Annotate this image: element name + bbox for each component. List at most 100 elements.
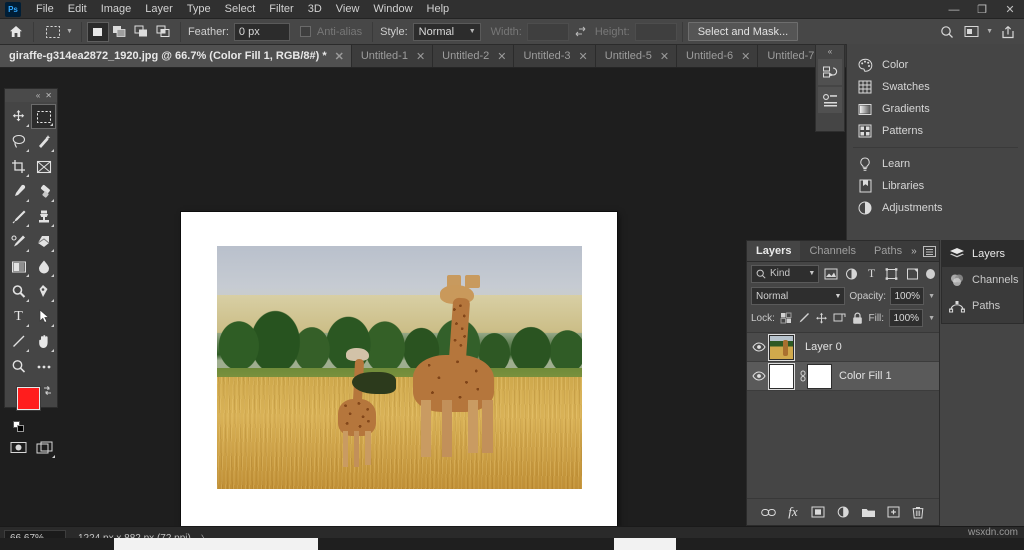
- layer-visibility-icon[interactable]: [749, 371, 769, 381]
- lock-position-icon[interactable]: [815, 312, 828, 325]
- subtract-from-selection-button[interactable]: [131, 22, 153, 42]
- menu-file[interactable]: File: [29, 0, 61, 19]
- clone-stamp-tool[interactable]: [31, 204, 56, 229]
- spot-healing-brush-tool[interactable]: [31, 179, 56, 204]
- new-layer-icon[interactable]: [885, 503, 902, 521]
- panel-row-learn[interactable]: Learn: [847, 153, 1024, 175]
- lock-artboard-nesting-icon[interactable]: [833, 312, 846, 324]
- menu-layer[interactable]: Layer: [138, 0, 180, 19]
- width-input[interactable]: [527, 23, 569, 41]
- tab-channels[interactable]: Channels: [800, 241, 864, 261]
- panel-row-patterns[interactable]: Patterns: [847, 120, 1024, 142]
- zoom-tool[interactable]: [6, 354, 31, 379]
- layer-kind-filter[interactable]: Kind ▼: [751, 265, 819, 283]
- collapse-icon[interactable]: «: [36, 91, 40, 100]
- document-tab-untitled-1[interactable]: Untitled-1 ✕: [352, 45, 433, 67]
- tools-panel-header[interactable]: « ✕: [5, 89, 57, 102]
- panel-row-adjustments[interactable]: Adjustments: [847, 197, 1024, 219]
- restore-button[interactable]: ❐: [968, 0, 996, 19]
- screen-mode-icon[interactable]: [31, 435, 57, 460]
- gradient-tool[interactable]: [6, 254, 31, 279]
- height-input[interactable]: [635, 23, 677, 41]
- layer-thumbnail[interactable]: [769, 364, 794, 389]
- new-adjustment-layer-icon[interactable]: [835, 503, 852, 521]
- default-colors-icon[interactable]: [13, 421, 24, 432]
- tab-layers[interactable]: Layers: [747, 241, 800, 261]
- panel-row-color[interactable]: Color: [847, 54, 1024, 76]
- swap-width-height-icon[interactable]: [569, 22, 593, 42]
- search-icon[interactable]: [935, 22, 959, 42]
- history-brush-tool[interactable]: [6, 229, 31, 254]
- lasso-tool[interactable]: [6, 129, 31, 154]
- close-icon[interactable]: ✕: [416, 50, 425, 63]
- select-and-mask-button[interactable]: Select and Mask...: [688, 22, 799, 41]
- close-icon[interactable]: ✕: [579, 50, 588, 63]
- document-tab-untitled-3[interactable]: Untitled-3 ✕: [514, 45, 595, 67]
- overflow-icon[interactable]: »: [911, 246, 917, 257]
- chevron-down-icon[interactable]: ▼: [928, 315, 935, 322]
- actions-panel-icon[interactable]: [818, 87, 842, 113]
- chevron-down-icon[interactable]: ▼: [986, 28, 993, 35]
- share-icon[interactable]: [996, 22, 1020, 42]
- edit-toolbar-tool[interactable]: [31, 354, 56, 379]
- table-row[interactable]: Layer 0: [747, 333, 939, 362]
- lock-all-icon[interactable]: [851, 312, 864, 325]
- add-to-selection-button[interactable]: [109, 22, 131, 42]
- lock-transparent-pixels-icon[interactable]: [780, 312, 793, 324]
- menu-help[interactable]: Help: [420, 0, 457, 19]
- add-layer-style-icon[interactable]: fx: [785, 503, 802, 521]
- layer-name[interactable]: Color Fill 1: [832, 370, 892, 382]
- adjustment-filter-icon[interactable]: [843, 265, 860, 283]
- dodge-tool[interactable]: [6, 279, 31, 304]
- tab-paths[interactable]: Paths: [865, 241, 911, 261]
- style-select[interactable]: Normal ▼: [413, 23, 481, 41]
- close-icon[interactable]: ✕: [335, 50, 344, 63]
- layers-list[interactable]: Layer 0 Color Fill 1: [747, 332, 939, 497]
- line-tool[interactable]: [6, 329, 31, 354]
- table-row[interactable]: Color Fill 1: [747, 362, 939, 391]
- document-tab-untitled-6[interactable]: Untitled-6 ✕: [677, 45, 758, 67]
- panel-menu-icon[interactable]: [923, 246, 936, 257]
- menu-edit[interactable]: Edit: [61, 0, 94, 19]
- document-tab-untitled-5[interactable]: Untitled-5 ✕: [596, 45, 677, 67]
- move-tool[interactable]: [6, 104, 31, 129]
- new-group-icon[interactable]: [860, 503, 877, 521]
- panel-row-gradients[interactable]: Gradients: [847, 98, 1024, 120]
- swap-colors-icon[interactable]: [42, 385, 53, 396]
- mini-dock-collapse[interactable]: «: [816, 45, 844, 57]
- close-icon[interactable]: ✕: [741, 50, 750, 63]
- fill-value[interactable]: 100%: [889, 309, 923, 327]
- blur-tool[interactable]: [31, 254, 56, 279]
- feather-input[interactable]: 0 px: [234, 23, 290, 41]
- eyedropper-tool[interactable]: [6, 179, 31, 204]
- smart-object-filter-icon[interactable]: [904, 265, 921, 283]
- anti-alias-checkbox[interactable]: Anti-alias: [300, 26, 367, 38]
- panel-row-libraries[interactable]: Libraries: [847, 175, 1024, 197]
- layer-mask-thumbnail[interactable]: [807, 364, 832, 389]
- crop-tool[interactable]: [6, 154, 31, 179]
- new-selection-button[interactable]: [87, 22, 109, 42]
- menu-view[interactable]: View: [329, 0, 367, 19]
- brush-tool[interactable]: [6, 204, 31, 229]
- frame-tool[interactable]: [31, 154, 56, 179]
- layer-mask-link-icon[interactable]: [798, 370, 807, 382]
- type-filter-icon[interactable]: T: [863, 265, 880, 283]
- menu-image[interactable]: Image: [94, 0, 139, 19]
- panel-row-swatches[interactable]: Swatches: [847, 76, 1024, 98]
- menu-window[interactable]: Window: [366, 0, 419, 19]
- rail-item-channels[interactable]: Channels: [942, 267, 1023, 293]
- menu-filter[interactable]: Filter: [262, 0, 300, 19]
- tool-preset-picker[interactable]: ▼: [39, 22, 76, 42]
- hand-tool[interactable]: [31, 329, 56, 354]
- rail-item-paths[interactable]: Paths: [942, 293, 1023, 319]
- object-selection-tool[interactable]: [31, 129, 56, 154]
- menu-3d[interactable]: 3D: [301, 0, 329, 19]
- rectangular-marquee-tool[interactable]: [31, 104, 56, 129]
- chevron-down-icon[interactable]: ▼: [928, 293, 935, 300]
- filter-toggle[interactable]: [926, 269, 935, 279]
- lock-image-pixels-icon[interactable]: [797, 312, 810, 324]
- rail-item-layers[interactable]: Layers: [942, 241, 1023, 267]
- layer-name[interactable]: Layer 0: [798, 341, 842, 353]
- close-icon[interactable]: ✕: [660, 50, 669, 63]
- menu-select[interactable]: Select: [218, 0, 263, 19]
